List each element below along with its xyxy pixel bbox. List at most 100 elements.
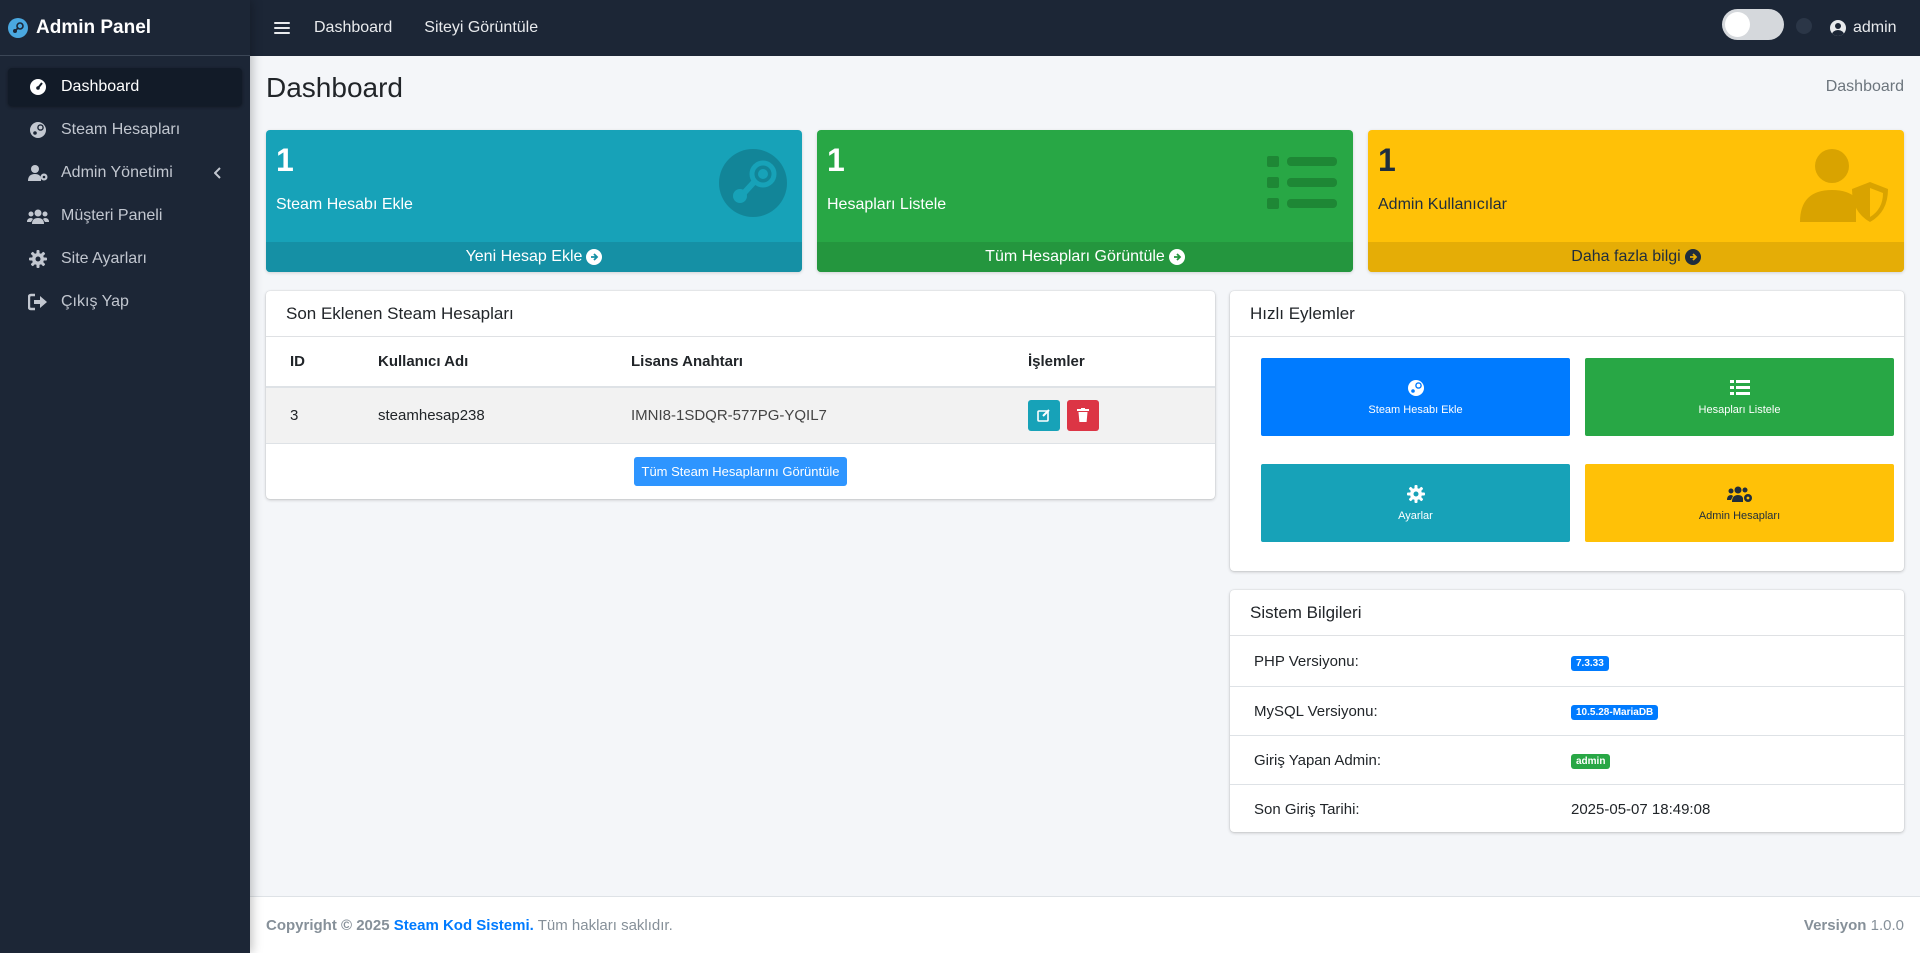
chevron-left-icon[interactable]	[213, 166, 222, 184]
edit-icon	[1037, 409, 1050, 423]
topbar: Dashboard Siteyi Görüntüle admin	[250, 0, 1920, 56]
sidebar-item-steam-accounts[interactable]: Steam Hesapları	[8, 111, 242, 149]
stat-number: 1	[1378, 142, 1396, 178]
stat-footer-link[interactable]: Tüm Hesapları Görüntüle	[817, 242, 1353, 272]
page-title: Dashboard	[266, 72, 403, 103]
system-label: Son Giriş Tarihi:	[1254, 800, 1360, 818]
brand[interactable]: Admin Panel	[0, 0, 250, 56]
users-cog-icon	[1726, 484, 1753, 504]
sidebar-item-admin-management[interactable]: Admin Yönetimi	[8, 154, 242, 192]
quick-action-settings[interactable]: Ayarlar	[1261, 464, 1570, 542]
user-menu[interactable]: admin	[1830, 0, 1897, 56]
steam-icon	[1407, 378, 1425, 398]
user-cog-icon	[27, 163, 49, 183]
footer: Copyright © 2025 Steam Kod Sistemi. Tüm …	[250, 896, 1920, 953]
sign-out-icon	[27, 292, 49, 312]
menu-toggle-icon[interactable]	[274, 22, 290, 34]
system-label: MySQL Versiyonu:	[1254, 702, 1378, 720]
breadcrumb[interactable]: Dashboard	[1826, 78, 1904, 96]
card-title: Son Eklenen Steam Hesapları	[266, 291, 1215, 337]
footer-copyright: Copyright © 2025 Steam Kod Sistemi. Tüm …	[266, 917, 673, 934]
trash-icon	[1077, 408, 1090, 423]
steam-icon	[27, 120, 49, 140]
copyright-text: Copyright © 2025	[266, 916, 390, 934]
topbar-link-dashboard[interactable]: Dashboard	[314, 19, 392, 37]
system-row-last-login: Son Giriş Tarihi: 2025-05-07 18:49:08	[1230, 784, 1904, 833]
sidebar-item-dashboard[interactable]: Dashboard	[8, 68, 242, 106]
sidebar-item-logout[interactable]: Çıkış Yap	[8, 283, 242, 321]
column-header: Kullanıcı Adı	[378, 337, 631, 388]
quick-action-label: Hesapları Listele	[1698, 404, 1781, 416]
quick-action-label: Ayarlar	[1398, 510, 1433, 522]
quick-action-admin-accounts[interactable]: Admin Hesapları	[1585, 464, 1894, 542]
sidebar-item-customer-panel[interactable]: Müşteri Paneli	[8, 197, 242, 235]
users-icon	[27, 206, 49, 226]
toggle-knob	[1725, 12, 1750, 37]
moon-icon	[1796, 18, 1812, 34]
stat-footer-link[interactable]: Yeni Hesap Ekle	[266, 242, 802, 272]
arrow-circle-right-icon	[1168, 249, 1185, 265]
column-header: Lisans Anahtarı	[631, 337, 1028, 388]
arrow-circle-right-icon	[586, 249, 603, 265]
cell-username: steamhesap238	[378, 387, 631, 444]
last-login-value: 2025-05-07 18:49:08	[1571, 800, 1711, 818]
recent-accounts-card: Son Eklenen Steam Hesapları ID Kullanıcı…	[266, 291, 1215, 499]
sidebar-item-label: Steam Hesapları	[61, 121, 181, 138]
system-info-card: Sistem Bilgileri PHP Versiyonu: 7.3.33 M…	[1230, 590, 1904, 832]
mysql-version-badge: 10.5.28-MariaDB	[1571, 705, 1659, 720]
quick-actions-card: Hızlı Eylemler Steam Hesabı Ekle Hesapla…	[1230, 291, 1904, 571]
card-title: Hızlı Eylemler	[1230, 291, 1904, 337]
stat-box-steam: 1 Steam Hesabı Ekle Yeni Hesap Ekle	[266, 130, 802, 272]
table-row: 3 steamhesap238 IMNI8-1SDQR-577PG-YQIL7	[266, 387, 1215, 444]
stat-label: Hesapları Listele	[827, 196, 947, 213]
php-version-badge: 7.3.33	[1571, 655, 1609, 671]
recent-accounts-table: ID Kullanıcı Adı Lisans Anahtarı İşlemle…	[266, 337, 1215, 444]
arrow-circle-right-icon	[1684, 249, 1701, 265]
table-header-row: ID Kullanıcı Adı Lisans Anahtarı İşlemle…	[266, 337, 1215, 388]
quick-action-add-steam[interactable]: Steam Hesabı Ekle	[1261, 358, 1570, 436]
delete-button[interactable]	[1067, 399, 1100, 431]
gear-icon	[1406, 484, 1425, 504]
edit-button[interactable]	[1028, 399, 1060, 431]
user-circle-icon	[1830, 20, 1846, 36]
stat-box-admins: 1 Admin Kullanıcılar Daha fazla bilgi	[1368, 130, 1904, 272]
stat-label: Admin Kullanıcılar	[1378, 196, 1507, 213]
stat-footer-link[interactable]: Daha fazla bilgi	[1368, 242, 1904, 272]
quick-action-label: Admin Hesapları	[1698, 510, 1781, 522]
gear-icon	[27, 249, 49, 269]
user-shield-icon	[1800, 148, 1890, 227]
footer-version: Versiyon 1.0.0	[1804, 917, 1904, 934]
topbar-link-view-site[interactable]: Siteyi Görüntüle	[424, 19, 538, 37]
rights-text: Tüm hakları saklıdır.	[537, 916, 673, 934]
sidebar: Admin Panel Dashboard Steam Hesapları Ad…	[0, 0, 250, 953]
gauge-icon	[27, 77, 49, 97]
card-footer: Tüm Steam Hesaplarını Görüntüle	[266, 443, 1215, 499]
stat-footer-label: Yeni Hesap Ekle	[465, 248, 583, 265]
cell-license: IMNI8-1SDQR-577PG-YQIL7	[631, 387, 1028, 444]
list-icon	[1729, 378, 1750, 398]
stat-label: Steam Hesabı Ekle	[276, 196, 413, 213]
quick-action-list-accounts[interactable]: Hesapları Listele	[1585, 358, 1894, 436]
steam-logo-icon	[8, 17, 28, 38]
version-label: Versiyon	[1803, 916, 1867, 934]
view-all-accounts-button[interactable]: Tüm Steam Hesaplarını Görüntüle	[633, 456, 848, 486]
sidebar-nav: Dashboard Steam Hesapları Admin Yönetimi…	[0, 56, 250, 321]
sidebar-item-label: Admin Yönetimi	[61, 164, 173, 181]
cell-actions	[1028, 387, 1215, 444]
stat-number: 1	[827, 142, 845, 178]
brand-title: Admin Panel	[36, 16, 152, 38]
system-row-mysql: MySQL Versiyonu: 10.5.28-MariaDB	[1230, 686, 1904, 735]
sidebar-item-label: Müşteri Paneli	[61, 207, 163, 224]
sidebar-item-label: Dashboard	[61, 78, 140, 95]
user-name: admin	[1853, 19, 1897, 36]
system-label: PHP Versiyonu:	[1254, 653, 1359, 670]
dark-mode-toggle[interactable]	[1722, 9, 1784, 40]
company-link[interactable]: Steam Kod Sistemi.	[394, 917, 534, 934]
cell-id: 3	[266, 387, 378, 444]
list-icon	[1267, 154, 1339, 219]
stat-footer-label: Daha fazla bilgi	[1571, 248, 1681, 265]
version-value: 1.0.0	[1870, 916, 1904, 934]
sidebar-item-site-settings[interactable]: Site Ayarları	[8, 240, 242, 278]
stat-number: 1	[276, 142, 294, 178]
column-header: İşlemler	[1028, 337, 1215, 388]
